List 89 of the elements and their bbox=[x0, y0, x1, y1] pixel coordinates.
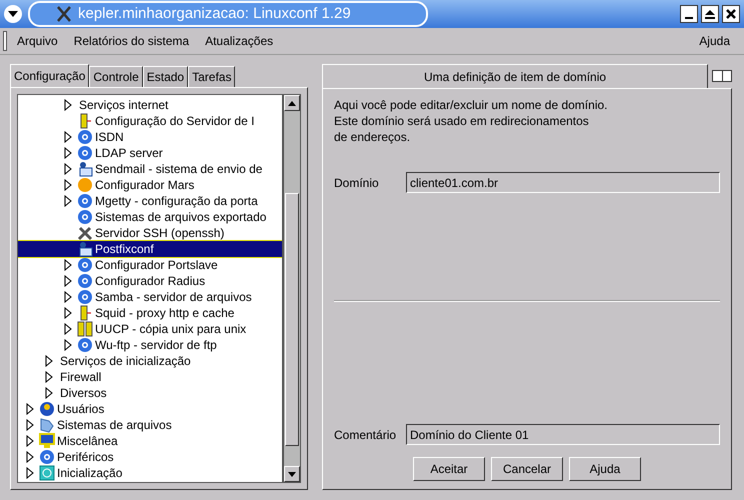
expander-icon[interactable] bbox=[64, 323, 72, 335]
gear-icon bbox=[77, 193, 93, 209]
expander-icon[interactable] bbox=[64, 131, 72, 143]
gear-icon bbox=[77, 129, 93, 145]
tab[interactable]: Tarefas bbox=[188, 66, 236, 87]
mail-icon bbox=[77, 241, 93, 257]
menu-item[interactable]: Relatórios do sistema bbox=[74, 32, 190, 50]
tab[interactable]: Estado bbox=[142, 66, 188, 87]
field-label: Domínio bbox=[334, 174, 380, 192]
tree-item[interactable]: Periféricos bbox=[18, 449, 282, 465]
scroll-up-icon[interactable] bbox=[288, 100, 296, 106]
tree-item[interactable]: Diversos bbox=[18, 385, 282, 401]
tree-item[interactable]: Configuração do Servidor de I bbox=[18, 113, 282, 129]
gear-icon bbox=[77, 337, 93, 353]
tree-item[interactable]: Servidor SSH (openssh) bbox=[18, 225, 282, 241]
tree-item[interactable]: Squid - proxy http e cache bbox=[18, 305, 282, 321]
caret-icon bbox=[8, 11, 18, 17]
tree-item[interactable]: Configurador Portslave bbox=[18, 257, 282, 273]
x-logo-icon bbox=[56, 6, 72, 22]
mail-icon bbox=[77, 161, 93, 177]
server-icon bbox=[77, 321, 93, 337]
expander-icon[interactable] bbox=[64, 307, 72, 319]
tree-item[interactable]: ISDN bbox=[18, 129, 282, 145]
expander-icon[interactable] bbox=[64, 163, 72, 175]
tree-item[interactable]: Serviços internet bbox=[18, 97, 282, 113]
ball-icon bbox=[77, 177, 93, 193]
tree-item[interactable]: Samba - servidor de arquivos bbox=[18, 289, 282, 305]
tab[interactable]: Controle bbox=[89, 66, 143, 87]
expander-icon[interactable] bbox=[26, 435, 34, 447]
expander-icon[interactable] bbox=[64, 339, 72, 351]
expander-icon[interactable] bbox=[45, 371, 53, 383]
tab-scroll-arrows-icon[interactable] bbox=[712, 70, 732, 82]
tree-item[interactable]: Serviços de inicialização bbox=[18, 353, 282, 369]
expander-icon[interactable] bbox=[26, 403, 34, 415]
panel-tab[interactable]: Uma definição de item de domínio bbox=[322, 64, 708, 88]
expander-icon[interactable] bbox=[64, 147, 72, 159]
tree-item[interactable]: Configurador Radius bbox=[18, 273, 282, 289]
dialog-button[interactable]: Cancelar bbox=[491, 457, 563, 481]
tree-item[interactable]: Wu-ftp - servidor de ftp bbox=[18, 337, 282, 353]
domain-field[interactable]: cliente01.com.br bbox=[406, 172, 720, 193]
gear-icon bbox=[77, 209, 93, 225]
close-button[interactable] bbox=[722, 5, 740, 23]
gear-icon bbox=[77, 273, 93, 289]
monitor-icon bbox=[39, 433, 55, 449]
expander-icon[interactable] bbox=[64, 99, 72, 111]
expander-icon[interactable] bbox=[26, 467, 34, 479]
expander-icon[interactable] bbox=[64, 275, 72, 287]
gear-icon bbox=[39, 449, 55, 465]
users-icon bbox=[39, 401, 55, 417]
dialog-button[interactable]: Ajuda bbox=[569, 457, 641, 481]
expander-icon[interactable] bbox=[64, 291, 72, 303]
menu-item[interactable]: Ajuda bbox=[699, 32, 730, 50]
window-title: kepler.minhaorganizacao: Linuxconf 1.29 bbox=[78, 4, 351, 24]
tree-item[interactable]: Miscelânea bbox=[18, 433, 282, 449]
scroll-down-icon[interactable] bbox=[288, 472, 296, 476]
gear-icon bbox=[77, 257, 93, 273]
expander-icon[interactable] bbox=[64, 195, 72, 207]
tree-item[interactable]: Sistemas de arquivos bbox=[18, 417, 282, 433]
maximize-button[interactable] bbox=[701, 5, 719, 23]
expander-icon[interactable] bbox=[26, 451, 34, 463]
window-menu-button[interactable] bbox=[4, 5, 22, 23]
gear-icon bbox=[77, 289, 93, 305]
expander-icon[interactable] bbox=[64, 259, 72, 271]
maximize-icon bbox=[705, 10, 715, 18]
tree-item[interactable]: Sendmail - sistema de envio de bbox=[18, 161, 282, 177]
tree-item[interactable]: Mgetty - configuração da porta bbox=[18, 193, 282, 209]
close-icon bbox=[726, 9, 736, 19]
expander-icon[interactable] bbox=[45, 355, 53, 367]
expander-icon[interactable] bbox=[45, 387, 53, 399]
tree-item[interactable]: Usuários bbox=[18, 401, 282, 417]
tree-item[interactable]: UUCP - cópia unix para unix bbox=[18, 321, 282, 337]
tab[interactable]: Configuração bbox=[10, 64, 90, 87]
tree-item[interactable]: Inicialização bbox=[18, 465, 282, 481]
menu-item[interactable]: Atualizações bbox=[205, 32, 274, 50]
description-text: Aqui você pode editar/excluir um nome de domínio. Este domínio será usado em redirecionamentos de endereços. bbox=[334, 97, 608, 145]
tree-item[interactable]: Firewall bbox=[18, 369, 282, 385]
dialog-button[interactable]: Aceitar bbox=[413, 457, 485, 481]
tree-item[interactable]: LDAP server bbox=[18, 145, 282, 161]
tree-item[interactable]: Configurador Mars bbox=[18, 177, 282, 193]
tree-item[interactable]: Sistemas de arquivos exportado bbox=[18, 209, 282, 225]
expander-icon[interactable] bbox=[26, 419, 34, 431]
menu-item[interactable]: Arquivo bbox=[17, 32, 58, 50]
minimize-button[interactable] bbox=[680, 5, 698, 23]
comment-field[interactable]: Domínio do Cliente 01 bbox=[406, 424, 720, 445]
field-label: Comentário bbox=[334, 426, 398, 444]
expander-icon[interactable] bbox=[64, 179, 72, 191]
tree-item[interactable]: Postfixconf bbox=[18, 241, 282, 257]
scrollbar[interactable] bbox=[283, 94, 301, 483]
gear-icon bbox=[77, 145, 93, 161]
